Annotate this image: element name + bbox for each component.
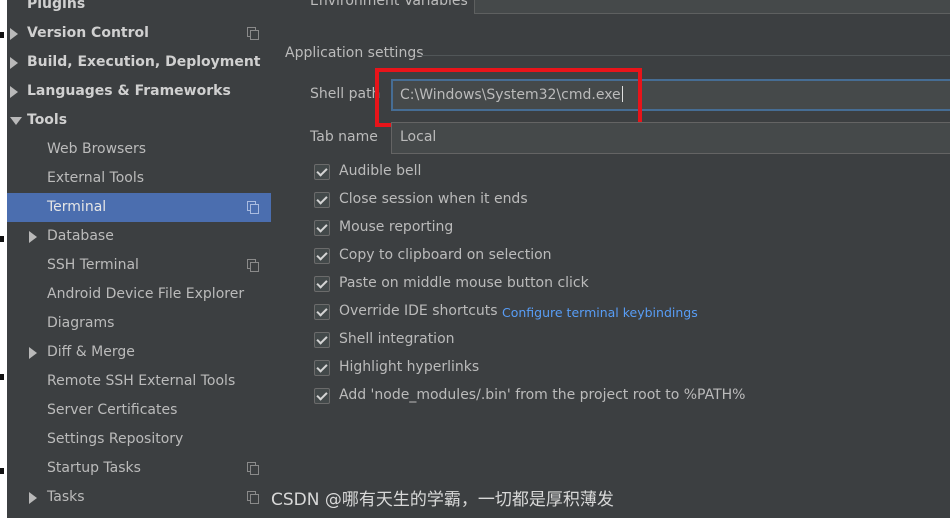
environment-variables-field[interactable] (474, 0, 950, 14)
sidebar-item-label: Web Browsers (47, 141, 146, 157)
sidebar-item-label: Android Device File Explorer (47, 286, 245, 302)
configure-keybindings-link[interactable]: Configure terminal keybindings (502, 305, 698, 320)
edge-mark (0, 236, 4, 242)
expand-right-icon[interactable] (10, 57, 18, 69)
sidebar-item-label: SSH Terminal (47, 257, 139, 273)
sidebar-item-tools[interactable]: Tools (7, 106, 271, 135)
tab-name-label: Tab name (310, 129, 378, 145)
red-highlight-annotation (375, 68, 642, 127)
expand-right-icon[interactable] (29, 347, 37, 359)
sidebar-item-build-execution-deployment[interactable]: Build, Execution, Deployment (7, 48, 271, 77)
sidebar-item-version-control[interactable]: Version Control (7, 19, 271, 48)
sidebar-item-label: Tools (27, 112, 68, 128)
checkbox-mouse-reporting[interactable] (314, 220, 330, 236)
sidebar-item-label: Languages & Frameworks (27, 83, 231, 99)
project-settings-icon (247, 491, 259, 504)
tab-name-input[interactable]: Local (391, 122, 950, 154)
project-settings-icon (247, 259, 259, 272)
edge-mark (0, 32, 4, 38)
checkbox-paste-on-middle-mouse-button-click[interactable] (314, 276, 330, 292)
checkbox-add-node-modules-bin-from-the-project-root-to-path[interactable] (314, 388, 330, 404)
sidebar-item-web-browsers[interactable]: Web Browsers (7, 135, 271, 164)
sidebar-item-label: Tasks (47, 489, 85, 505)
sidebar-item-languages-frameworks[interactable]: Languages & Frameworks (7, 77, 271, 106)
sidebar-item-label: External Tools (47, 170, 145, 186)
sidebar-item-plugins[interactable]: Plugins (7, 0, 271, 19)
checkbox-label: Audible bell (339, 163, 422, 179)
expand-down-icon[interactable] (10, 117, 22, 125)
checkbox-label: Copy to clipboard on selection (339, 247, 552, 263)
sidebar-item-label: Remote SSH External Tools (47, 373, 236, 389)
sidebar-item-label: Server Certificates (47, 402, 178, 418)
sidebar-item-remote-ssh-external-tools[interactable]: Remote SSH External Tools (7, 367, 271, 396)
shell-path-label: Shell path (310, 86, 381, 102)
sidebar-item-tasks[interactable]: Tasks (7, 483, 271, 512)
project-settings-icon (247, 462, 259, 475)
sidebar-item-settings-repository[interactable]: Settings Repository (7, 425, 271, 454)
checkbox-label: Mouse reporting (339, 219, 454, 235)
checkbox-override-ide-shortcuts[interactable] (314, 304, 330, 320)
sidebar-item-diff-merge[interactable]: Diff & Merge (7, 338, 271, 367)
sidebar-item-diagrams[interactable]: Diagrams (7, 309, 271, 338)
checkbox-label: Shell integration (339, 331, 455, 347)
sidebar-item-ssh-terminal[interactable]: SSH Terminal (7, 251, 271, 280)
sidebar-item-label: Startup Tasks (47, 460, 141, 476)
project-settings-icon (247, 27, 259, 40)
sidebar-item-database[interactable]: Database (7, 222, 271, 251)
checkbox-label: Override IDE shortcuts (339, 303, 498, 319)
sidebar-item-startup-tasks[interactable]: Startup Tasks (7, 454, 271, 483)
watermark: CSDN @哪有天生的学霸，一切都是厚积薄发 (271, 490, 614, 510)
sidebar-item-label: Terminal (47, 199, 107, 215)
checkbox-shell-integration[interactable] (314, 332, 330, 348)
sidebar-item-label: Diagrams (47, 315, 115, 331)
checkbox-label: Highlight hyperlinks (339, 359, 480, 375)
checkbox-label: Close session when it ends (339, 191, 528, 207)
sidebar-item-server-certificates[interactable]: Server Certificates (7, 396, 271, 425)
page-edge (0, 0, 7, 518)
expand-right-icon[interactable] (10, 28, 18, 40)
edge-mark (0, 374, 4, 380)
section-divider (415, 55, 950, 56)
checkbox-audible-bell[interactable] (314, 164, 330, 180)
checkbox-close-session-when-it-ends[interactable] (314, 192, 330, 208)
tab-name-value: Local (400, 129, 437, 145)
section-title-application-settings: Application settings (285, 45, 424, 61)
expand-right-icon[interactable] (29, 231, 37, 243)
checkbox-copy-to-clipboard-on-selection[interactable] (314, 248, 330, 264)
sidebar-item-label: Diff & Merge (47, 344, 135, 360)
checkbox-highlight-hyperlinks[interactable] (314, 360, 330, 376)
expand-right-icon[interactable] (10, 86, 18, 98)
environment-variables-label: Environment Variables (310, 0, 468, 9)
terminal-settings-panel: Environment Variables Application settin… (271, 0, 950, 518)
checkbox-label: Paste on middle mouse button click (339, 275, 589, 291)
sidebar-item-label: Plugins (27, 0, 86, 12)
expand-right-icon[interactable] (29, 492, 37, 504)
sidebar-item-label: Build, Execution, Deployment (27, 54, 261, 70)
sidebar-item-label: Settings Repository (47, 431, 184, 447)
sidebar-item-label: Database (47, 228, 114, 244)
sidebar-item-android-device-file-explorer[interactable]: Android Device File Explorer (7, 280, 271, 309)
sidebar-item-external-tools[interactable]: External Tools (7, 164, 271, 193)
settings-sidebar: Plugins Version Control Build, Execution, … (7, 0, 271, 518)
checkbox-label: Add 'node_modules/.bin' from the project… (339, 387, 746, 403)
project-settings-icon (247, 201, 259, 214)
sidebar-item-label: Version Control (27, 25, 149, 41)
sidebar-item-terminal[interactable]: Terminal (7, 193, 271, 222)
edge-mark (0, 468, 4, 474)
